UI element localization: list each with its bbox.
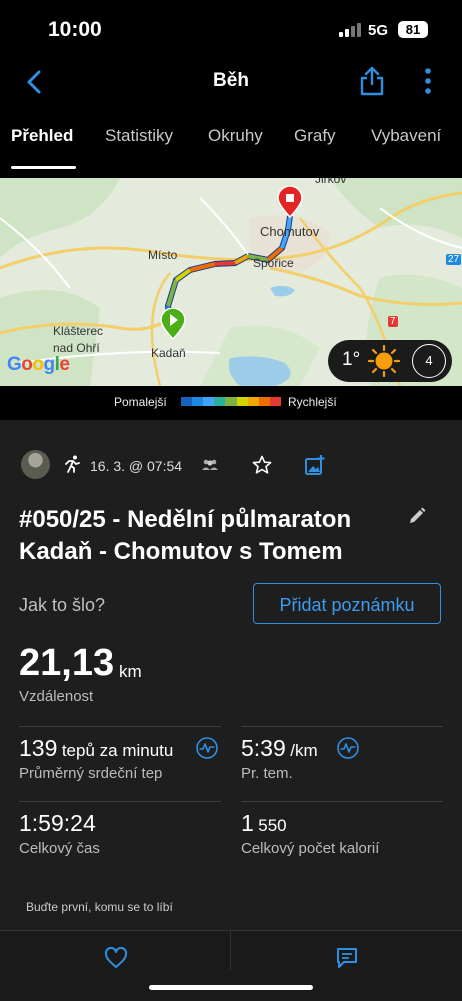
pace-color-scale <box>181 397 281 406</box>
page-title: Běh <box>213 70 249 91</box>
pace-color-swatch <box>258 397 270 406</box>
total-time-value: 1:59:24 <box>19 810 96 836</box>
pace-value: 5:39 <box>241 735 286 761</box>
pace-color-swatch <box>192 397 204 406</box>
comment-icon[interactable] <box>336 947 358 969</box>
tab-overview[interactable]: Přehled <box>11 126 73 146</box>
divider <box>241 801 443 802</box>
divider <box>19 801 221 802</box>
wind-speed-indicator: 4 <box>412 344 446 378</box>
heart-rate-label: Průměrný srdeční tep <box>19 765 163 782</box>
distance-value: 21,13 <box>19 642 115 684</box>
pace-color-swatch <box>214 397 226 406</box>
status-time: 10:00 <box>48 18 102 41</box>
pace-color-swatch <box>247 397 259 406</box>
map-label-jirkov: Jirkov <box>315 178 347 186</box>
network-type: 5G <box>368 22 389 39</box>
road-shield: 27 <box>446 254 462 265</box>
heart-rate-info-icon[interactable] <box>196 737 218 759</box>
tab-gear[interactable]: Vybavení <box>371 126 441 146</box>
divider <box>241 726 443 727</box>
pace-color-swatch <box>203 397 215 406</box>
sun-icon <box>368 345 400 377</box>
pace-color-swatch <box>225 397 237 406</box>
home-indicator <box>149 985 313 990</box>
add-note-button[interactable]: Přidat poznámku <box>253 583 441 624</box>
road-shield-2: 7 <box>388 316 398 327</box>
how-did-it-go-prompt: Jak to šlo? <box>19 595 106 615</box>
pace-color-swatch <box>181 397 193 406</box>
start-marker-icon <box>160 308 186 340</box>
map-label-chomutov: Chomutov <box>260 224 320 239</box>
divider <box>230 930 231 970</box>
weather-temperature: 1° <box>342 349 361 370</box>
avatar[interactable] <box>21 450 50 479</box>
activity-date: 16. 3. @ 07:54 <box>90 458 183 474</box>
heart-rate-unit: tepů za minutu <box>61 741 174 760</box>
heart-icon[interactable] <box>104 946 128 969</box>
pace-label: Pr. tem. <box>241 765 293 782</box>
bottom-action-bar <box>0 930 462 1001</box>
map-label-kadan: Kadaň <box>151 346 186 360</box>
divider <box>19 726 221 727</box>
more-vertical-icon[interactable] <box>424 68 432 94</box>
pace-stat: 5:39 /km <box>241 735 318 762</box>
cellular-signal-icon <box>339 23 361 37</box>
calories-label: Celkový počet kalorií <box>241 840 380 857</box>
route-map[interactable]: Jirkov Chomutov Místo Spořice Klášterec … <box>0 178 462 386</box>
tab-statistics[interactable]: Statistiky <box>105 126 173 146</box>
calories-stat: 1 550 <box>241 810 287 837</box>
edit-pencil-icon[interactable] <box>408 507 426 525</box>
tab-charts[interactable]: Grafy <box>294 126 336 146</box>
add-photo-icon[interactable] <box>304 454 326 476</box>
tab-laps[interactable]: Okruhy <box>208 126 263 146</box>
map-label-klasterec: Klášterec <box>53 324 104 338</box>
pace-unit: /km <box>290 741 318 760</box>
calories-value: 1 <box>241 810 254 836</box>
star-icon[interactable] <box>252 455 272 475</box>
total-time-label: Celkový čas <box>19 840 100 857</box>
distance-label: Vzdálenost <box>19 688 94 705</box>
running-icon <box>63 455 81 473</box>
weather-widget[interactable]: 1° 4 <box>328 340 452 382</box>
distance-unit: km <box>119 662 142 681</box>
map-label-nad-ohri: nad Ohří <box>53 341 100 355</box>
heart-rate-stat: 139 tepů za minutu <box>19 735 173 762</box>
pace-color-swatch <box>236 397 248 406</box>
heart-rate-value: 139 <box>19 735 58 761</box>
legend-faster-label: Rychlejší <box>288 395 337 409</box>
active-tab-indicator <box>11 166 76 169</box>
map-label-sporice: Spořice <box>253 256 294 270</box>
likes-prompt: Buďte první, komu se to líbí <box>26 900 173 914</box>
map-label-misto: Místo <box>148 248 178 262</box>
group-icon[interactable] <box>201 458 219 472</box>
legend-slower-label: Pomalejší <box>114 395 167 409</box>
google-logo: Google <box>7 354 70 375</box>
pace-color-swatch <box>269 397 281 406</box>
share-icon[interactable] <box>360 66 384 96</box>
finish-marker-icon <box>277 186 303 218</box>
activity-title: #050/25 - Nedělní půlmaraton Kadaň - Cho… <box>19 506 352 565</box>
pace-info-icon[interactable] <box>337 737 359 759</box>
battery-indicator: 81 <box>398 21 428 38</box>
calories-value-rest: 550 <box>258 816 287 835</box>
tab-bar: Přehled Statistiky Okruhy Grafy Vybavení <box>0 126 462 166</box>
